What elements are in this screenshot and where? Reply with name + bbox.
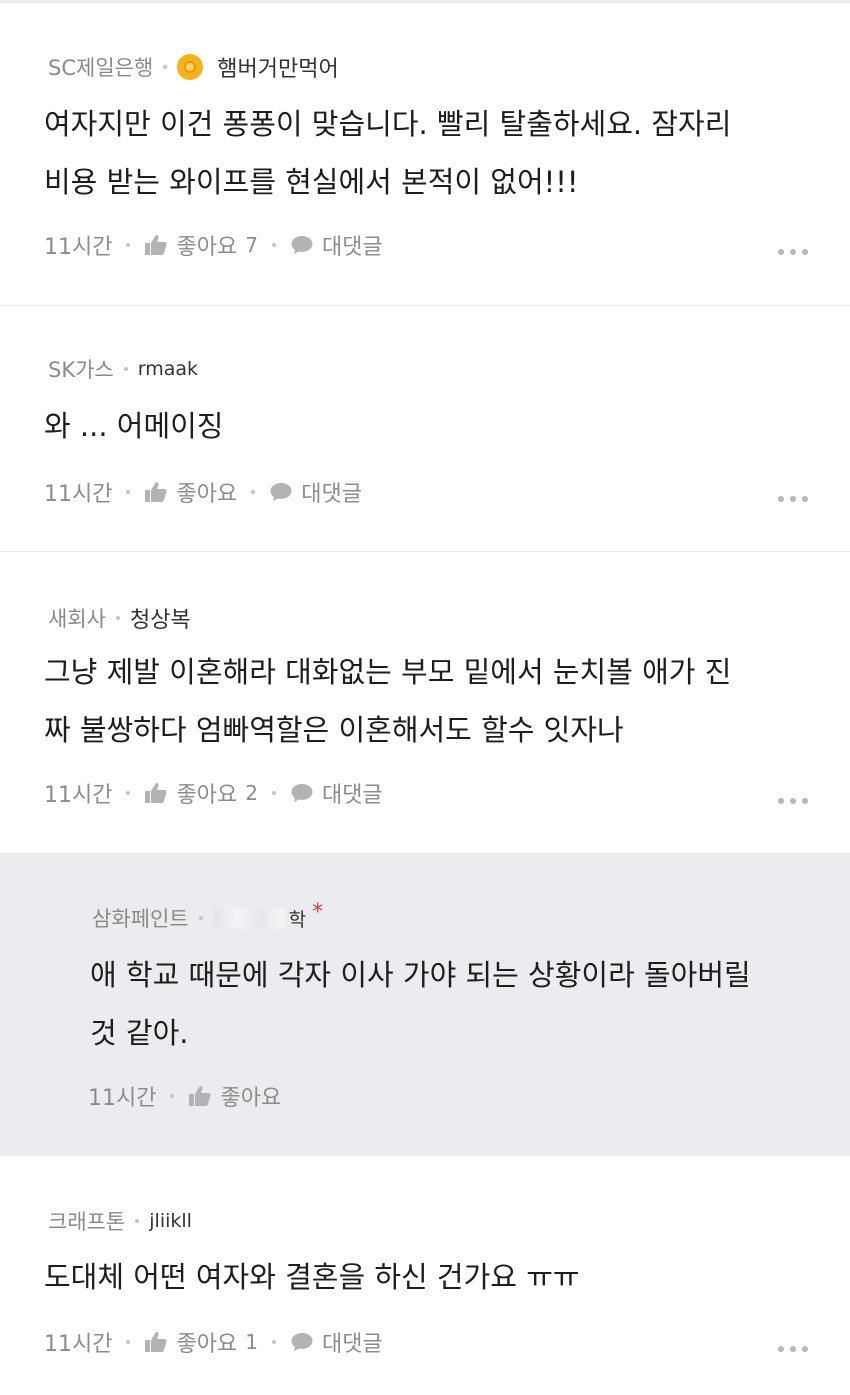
like-count: 7 [245,233,258,257]
reply-button[interactable]: 대댓글 [290,229,383,261]
separator-dot [271,243,276,247]
like-label: 좋아요 [176,783,238,808]
like-count: 2 [245,781,258,805]
separator-dot [251,490,256,494]
nickname[interactable]: 청상복 [130,602,191,634]
comment-text: 도대체 어떤 여자와 결혼을 하신 건가요 ㅠㅠ [44,1248,580,1306]
like-button[interactable]: 좋아요 2 [144,777,258,809]
comment-meta: 삼화페인트 학 * [92,899,324,933]
reply-label: 대댓글 [321,1332,383,1357]
comment-item: SK가스 rmaak 와 ... 어메이징 11시간 좋아요 대댓글 [0,306,850,552]
thumbs-up-icon [145,235,168,255]
comment-item: 크래프톤 jliikll 도대체 어떤 여자와 결혼을 하신 건가요 ㅠㅠ 11… [0,1156,850,1395]
separator-dot [271,791,276,795]
thumbs-up-icon [145,482,168,502]
nickname[interactable]: jliikll [149,1210,192,1232]
nickname[interactable]: rmaak [138,358,198,380]
separator-dot [135,1219,140,1223]
reply-label: 대댓글 [321,783,383,808]
timestamp: 11시간 [88,1086,157,1111]
speech-bubble-icon [270,483,292,501]
comment-text: 애 학교 때문에 각자 이사 가야 되는 상황이라 돌아버릴 것 같아. [90,946,751,1062]
company-name[interactable]: SK가스 [48,354,114,384]
like-label: 좋아요 [176,482,238,507]
comment-text-line: 그냥 제발 이혼해라 대화없는 부모 밑에서 눈치볼 애가 진 [44,655,732,689]
comment-item: 새회사 청상복 그냥 제발 이혼해라 대화없는 부모 밑에서 눈치볼 애가 진 … [0,552,850,854]
separator-dot [126,243,131,247]
timestamp: 11시간 [44,235,113,260]
separator-dot [115,616,120,620]
blurred-nickname [212,908,285,928]
timestamp: 11시간 [44,783,113,808]
like-button[interactable]: 좋아요 7 [144,229,258,261]
nickname[interactable]: 햄버거만먹어 [217,51,338,83]
comment-text: 와 ... 어메이징 [44,397,224,455]
company-name[interactable]: SC제일은행 [48,52,153,82]
reply-item: 삼화페인트 학 * 애 학교 때문에 각자 이사 가야 되는 상황이라 돌아버릴… [0,854,850,1156]
comment-text-line: 것 같아. [90,1016,189,1050]
comment-text: 그냥 제발 이혼해라 대화없는 부모 밑에서 눈치볼 애가 진 짜 불쌍하다 엄… [44,643,731,759]
like-count: 1 [245,1330,258,1354]
comment-actions: 11시간 좋아요 [88,1080,281,1112]
separator-dot [163,65,168,69]
company-name[interactable]: 크래프톤 [48,1206,125,1236]
reply-label: 대댓글 [321,235,383,260]
comment-text-line: 여자지만 이건 퐁퐁이 맞습니다. 빨리 탈출하세요. 잠자리 [44,107,732,141]
required-mark: * [312,899,324,925]
separator-dot [126,791,131,795]
like-label: 좋아요 [220,1086,282,1111]
comment-item: SC제일은행 햄버거만먹어 여자지만 이건 퐁퐁이 맞습니다. 빨리 탈출하세요… [0,3,850,306]
comment-meta: SC제일은행 햄버거만먹어 [48,51,339,83]
reply-label: 대댓글 [301,482,362,507]
speech-bubble-icon [291,236,313,254]
like-label: 좋아요 [176,235,238,260]
comment-text-line: 짜 불쌍하다 엄빠역할은 이혼해서도 할수 잇자나 [44,713,624,747]
thumbs-up-icon [145,783,168,803]
more-options-icon[interactable] [778,1346,808,1352]
emoji-badge-icon [177,54,204,80]
comment-actions: 11시간 좋아요 1 대댓글 [44,1326,383,1358]
more-options-icon[interactable] [778,798,808,804]
separator-dot [271,1340,276,1344]
separator-dot [170,1094,175,1098]
speech-bubble-icon [291,784,313,802]
comment-actions: 11시간 좋아요 대댓글 [44,476,362,508]
comment-actions: 11시간 좋아요 2 대댓글 [44,777,383,809]
speech-bubble-icon [291,1333,313,1351]
like-label: 좋아요 [176,1332,238,1357]
separator-dot [198,916,203,920]
comment-text-line: 비용 받는 와이프를 현실에서 본적이 없어!!! [44,165,579,199]
comment-meta: 크래프톤 jliikll [48,1206,192,1236]
thumbs-up-icon [145,1332,168,1352]
thumbs-up-icon [189,1086,212,1106]
like-button[interactable]: 좋아요 [188,1080,281,1112]
reply-button[interactable]: 대댓글 [269,476,362,508]
comment-text-line: 애 학교 때문에 각자 이사 가야 되는 상황이라 돌아버릴 [90,958,751,992]
timestamp: 11시간 [44,482,113,507]
separator-dot [126,490,131,494]
comment-meta: 새회사 청상복 [48,602,191,634]
more-options-icon[interactable] [778,496,808,502]
separator-dot [126,1340,131,1344]
timestamp: 11시간 [44,1332,113,1357]
like-button[interactable]: 좋아요 [144,476,237,508]
separator-dot [123,367,128,371]
like-button[interactable]: 좋아요 1 [144,1326,258,1358]
comment-meta: SK가스 rmaak [48,354,198,384]
company-name[interactable]: 새회사 [48,603,106,633]
comment-text-line: 와 ... 어메이징 [44,409,224,443]
reply-button[interactable]: 대댓글 [290,777,383,809]
company-name[interactable]: 삼화페인트 [92,903,189,933]
comment-actions: 11시간 좋아요 7 대댓글 [44,229,383,261]
reply-button[interactable]: 대댓글 [290,1326,383,1358]
comment-text: 여자지만 이건 퐁퐁이 맞습니다. 빨리 탈출하세요. 잠자리 비용 받는 와이… [44,95,731,211]
nickname[interactable]: 학 [289,905,306,932]
comment-text-line: 도대체 어떤 여자와 결혼을 하신 건가요 ㅠㅠ [44,1260,580,1294]
more-options-icon[interactable] [778,249,808,255]
